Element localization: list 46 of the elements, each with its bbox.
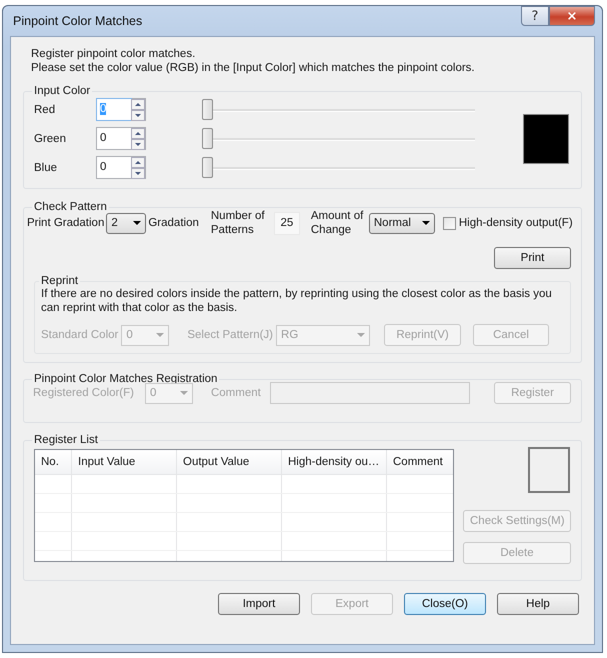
column-header[interactable]: High-density ou…	[282, 450, 387, 474]
color-preview	[523, 114, 569, 164]
checkbox-label: High-density output(F)	[458, 217, 573, 229]
field-label: Comment	[210, 387, 261, 399]
dialog-button[interactable]: Close(O)	[404, 593, 486, 615]
group-label: Register List	[33, 434, 99, 446]
field-label: Amount of Change	[310, 209, 364, 237]
group-label: Reprint	[40, 275, 80, 287]
instruction-text: Please set the color value (RGB) in the [Input Color] which matches the pinpoint colors.	[31, 61, 476, 75]
pattern-count-field: 25	[274, 212, 300, 234]
group-label: Pinpoint Color Matches Registration	[33, 373, 218, 385]
field-label: Number of Patterns	[210, 209, 266, 237]
print-button[interactable]: Print	[494, 247, 571, 269]
slider-thumb[interactable]	[202, 128, 213, 148]
channel-label: Blue	[34, 162, 58, 174]
instruction-text: Register pinpoint color matches.	[31, 47, 196, 61]
caret-icon	[133, 221, 142, 225]
caret-icon	[156, 333, 164, 337]
channel-label: Green	[34, 132, 67, 144]
caret-icon	[357, 333, 366, 337]
slider-thumb[interactable]	[202, 156, 213, 178]
column-header[interactable]: Input Value	[72, 450, 177, 474]
caret-icon	[422, 221, 430, 225]
checkbox[interactable]	[442, 216, 456, 230]
column-header[interactable]: Comment	[387, 450, 453, 474]
group-label: Check Pattern	[33, 201, 108, 213]
field-label: Select Pattern(J)	[187, 329, 274, 341]
column-header[interactable]: Output Value	[177, 450, 282, 474]
description-text: If there are no desired colors inside the pattern, by reprinting using the closest color as the basis you can reprint with that color as the basis.	[41, 287, 553, 315]
help-button[interactable]: ?	[521, 6, 549, 26]
caret-icon	[180, 391, 188, 395]
field-label: Gradation	[148, 217, 199, 229]
field-label: Registered Color(F)	[33, 387, 134, 399]
field-label: Standard Color	[41, 329, 118, 341]
slider-thumb[interactable]	[202, 98, 213, 120]
gradation-dropdown[interactable]: 2	[106, 212, 146, 234]
dialog-button[interactable]: Import	[218, 593, 300, 615]
field-label: Print Gradation	[27, 217, 104, 229]
close-button[interactable]: ×	[549, 6, 595, 26]
column-header[interactable]: No.	[35, 450, 72, 474]
channel-label: Red	[34, 104, 56, 116]
group-label: Input Color	[33, 85, 92, 97]
dialog-button[interactable]: Help	[497, 593, 579, 615]
window-title: Pinpoint Color Matches	[12, 14, 142, 28]
color-preview	[528, 447, 570, 493]
amount-dropdown[interactable]: Normal	[368, 212, 435, 234]
